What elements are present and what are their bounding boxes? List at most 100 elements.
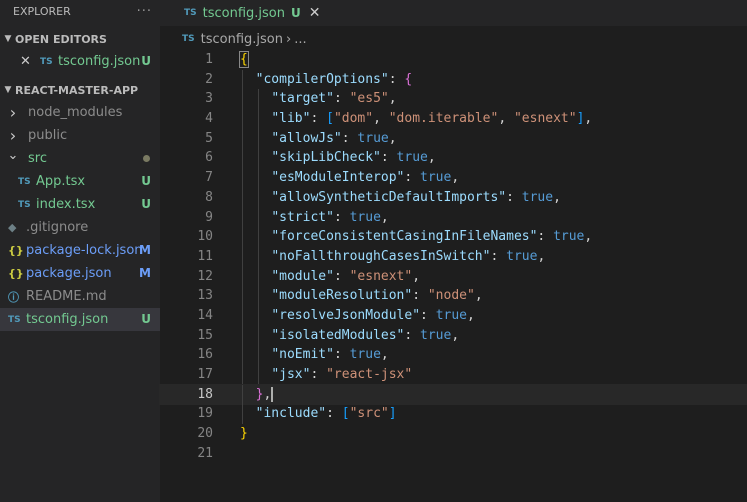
code-line[interactable]: 11 "noFallthroughCasesInSwitch": true, xyxy=(160,246,747,267)
breadcrumb-file[interactable]: tsconfig.json xyxy=(201,32,283,47)
chevron-down-icon: ⌄ xyxy=(7,148,19,163)
code-line[interactable]: 20} xyxy=(160,424,747,444)
tree-folder-node-modules[interactable]: › node_modules xyxy=(0,101,160,124)
typescript-file-icon: TS xyxy=(18,176,31,187)
code-text: "forceConsistentCasingInFileNames": true… xyxy=(271,229,593,245)
code-editor[interactable]: 1{2 "compilerOptions": {3 "target": "es5… xyxy=(159,50,747,464)
line-number: 4 xyxy=(205,111,213,127)
code-line[interactable]: 7 "esModuleInterop": true, xyxy=(160,168,747,188)
code-text: "lib": ["dom", "dom.iterable", "esnext"]… xyxy=(271,111,593,127)
open-editor-item-tsconfig[interactable]: ✕ TS tsconfig.json U xyxy=(0,50,160,73)
json-file-icon: {} xyxy=(8,267,24,280)
breadcrumb-symbol[interactable]: ... xyxy=(294,32,306,47)
line-number: 18 xyxy=(197,386,213,402)
code-line[interactable]: 16 "noEmit": true, xyxy=(160,345,747,365)
code-line[interactable]: 8 "allowSyntheticDefaultImports": true, xyxy=(160,187,747,208)
line-number: 11 xyxy=(197,248,213,264)
file-name: tsconfig.json xyxy=(26,312,109,327)
line-number: 9 xyxy=(205,209,213,225)
tab-tsconfig[interactable]: TS tsconfig.json U ✕ xyxy=(176,0,320,26)
project-section[interactable]: ▼ REACT-MASTER-APP xyxy=(0,79,160,101)
untracked-badge: U xyxy=(141,174,151,188)
line-number: 1 xyxy=(205,52,213,67)
code-text: }, xyxy=(255,386,274,402)
untracked-badge: U xyxy=(291,6,301,20)
line-number: 10 xyxy=(197,229,213,245)
tree-file-package[interactable]: {} package.json M xyxy=(0,262,160,285)
tree-file-tsconfig[interactable]: TS tsconfig.json U xyxy=(0,308,160,331)
editor-area: TS tsconfig.json U ✕ TS tsconfig.json › … xyxy=(159,0,747,502)
typescript-file-icon: TS xyxy=(40,56,53,67)
line-number: 19 xyxy=(197,406,213,422)
line-number: 5 xyxy=(205,130,213,146)
typescript-file-icon: TS xyxy=(182,34,195,44)
code-line[interactable]: 14 "resolveJsonModule": true, xyxy=(160,305,747,326)
line-number: 15 xyxy=(197,327,213,343)
code-line[interactable]: 6 "skipLibCheck": true, xyxy=(160,148,747,169)
code-line[interactable]: 18 }, xyxy=(159,383,747,406)
close-icon[interactable]: ✕ xyxy=(20,54,36,69)
chevron-right-icon: › xyxy=(286,31,292,47)
code-text: "allowSyntheticDefaultImports": true, xyxy=(271,189,561,205)
code-text: "strict": true, xyxy=(271,209,389,225)
code-line[interactable]: 2 "compilerOptions": { xyxy=(160,69,747,90)
tree-file-package-lock[interactable]: {} package-lock.json M xyxy=(0,239,160,262)
file-name: README.md xyxy=(26,289,107,304)
chevron-right-icon: › xyxy=(9,126,17,145)
close-icon[interactable]: ✕ xyxy=(309,5,321,21)
code-text: "include": ["src"] xyxy=(255,406,397,422)
code-line[interactable]: 9 "strict": true, xyxy=(160,207,747,228)
code-line[interactable]: 10 "forceConsistentCasingInFileNames": t… xyxy=(160,227,747,247)
code-line[interactable]: 21 xyxy=(160,444,747,464)
tree-folder-public[interactable]: › public xyxy=(0,124,160,147)
breadcrumb: TS tsconfig.json › ... xyxy=(160,26,747,52)
file-name: package.json xyxy=(26,266,112,281)
untracked-badge: U xyxy=(141,312,151,326)
code-line[interactable]: 15 "isolatedModules": true, xyxy=(160,325,747,346)
tree-folder-src[interactable]: ⌄ src xyxy=(0,147,160,170)
code-text: "noEmit": true, xyxy=(271,347,389,363)
tree-file-readme[interactable]: ⓘ README.md xyxy=(0,285,160,308)
tree-file-gitignore[interactable]: ◆ .gitignore xyxy=(0,216,160,239)
line-number: 16 xyxy=(197,347,213,363)
code-line[interactable]: 13 "moduleResolution": "node", xyxy=(160,286,747,306)
typescript-file-icon: TS xyxy=(184,8,197,18)
code-text: } xyxy=(240,426,248,442)
folder-name: public xyxy=(28,128,68,143)
code-text: "compilerOptions": { xyxy=(255,71,413,87)
open-editors-label: OPEN EDITORS xyxy=(15,32,107,46)
untracked-dot-icon xyxy=(143,155,150,162)
code-line[interactable]: 1{ xyxy=(160,50,747,70)
untracked-badge: U xyxy=(141,197,151,211)
chevron-right-icon: › xyxy=(9,103,17,122)
more-actions-icon[interactable]: ··· xyxy=(137,4,152,19)
git-icon: ◆ xyxy=(8,221,17,234)
code-line[interactable]: 4 "lib": ["dom", "dom.iterable", "esnext… xyxy=(160,109,747,129)
project-label: REACT-MASTER-APP xyxy=(15,83,139,97)
code-line[interactable]: 17 "jsx": "react-jsx" xyxy=(160,365,747,385)
line-number: 13 xyxy=(197,288,213,304)
tab-label: tsconfig.json xyxy=(202,5,285,21)
folder-name: node_modules xyxy=(28,105,123,120)
modified-badge: M xyxy=(139,266,151,280)
tree-file-index[interactable]: TS index.tsx U xyxy=(0,193,160,216)
chevron-down-icon: ▼ xyxy=(4,34,12,44)
info-icon: ⓘ xyxy=(8,290,19,304)
code-line[interactable]: 3 "target": "es5", xyxy=(160,89,747,110)
tree-file-app[interactable]: TS App.tsx U xyxy=(0,170,160,193)
code-line[interactable]: 5 "allowJs": true, xyxy=(160,128,747,149)
line-number: 21 xyxy=(197,445,213,461)
line-number: 6 xyxy=(205,150,213,166)
code-text: "noFallthroughCasesInSwitch": true, xyxy=(271,248,546,264)
code-line[interactable]: 19 "include": ["src"] xyxy=(160,404,747,425)
line-number: 12 xyxy=(197,268,213,284)
untracked-badge: U xyxy=(141,54,151,68)
line-number: 14 xyxy=(197,307,213,323)
tab-bar: TS tsconfig.json U ✕ xyxy=(160,0,747,26)
code-text: "isolatedModules": true, xyxy=(271,327,460,343)
code-line[interactable]: 12 "module": "esnext", xyxy=(160,266,747,287)
file-name: package-lock.json xyxy=(26,243,143,258)
explorer-title: EXPLORER xyxy=(13,4,71,18)
text-cursor xyxy=(271,386,274,402)
open-editors-section[interactable]: ▼ OPEN EDITORS xyxy=(0,28,160,50)
